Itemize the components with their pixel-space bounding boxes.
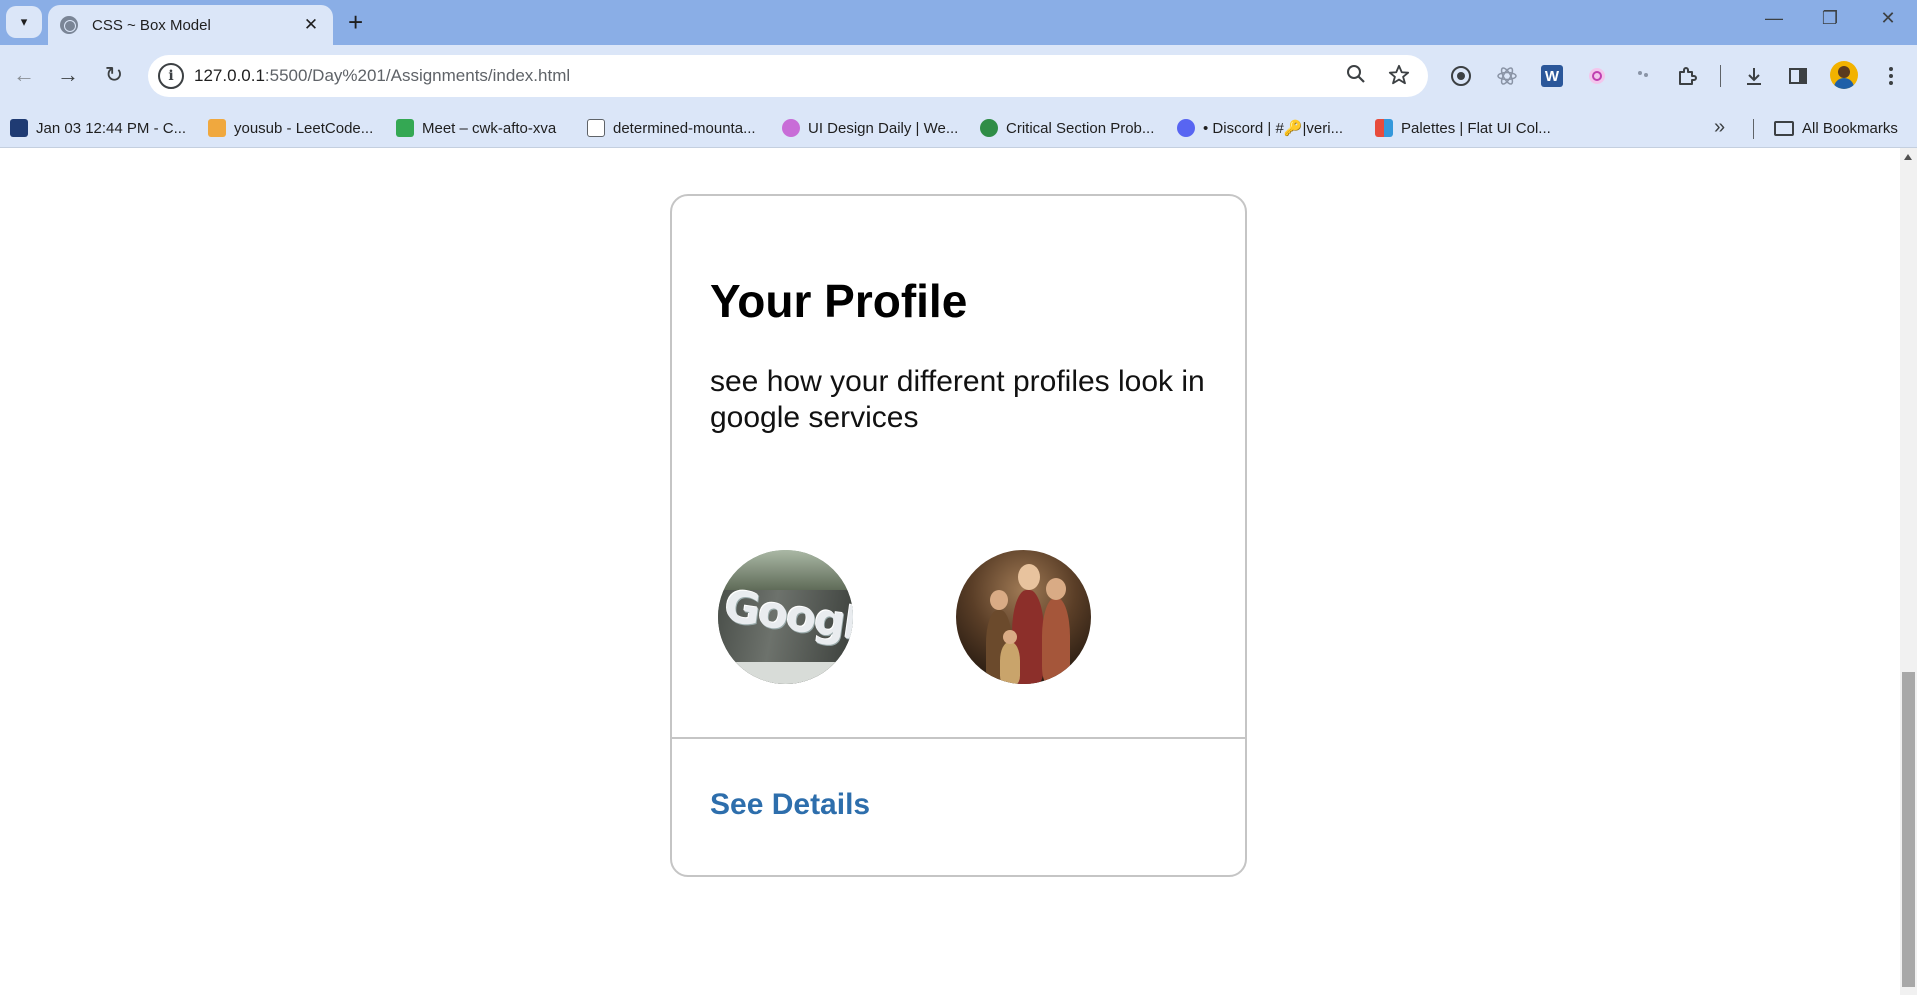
bookmark-item[interactable]: Palettes | Flat UI Col... — [1375, 116, 1551, 140]
tab-search-button[interactable]: ▾ — [6, 6, 42, 38]
see-details-link[interactable]: See Details — [710, 788, 870, 822]
toolbar-separator — [1720, 65, 1721, 87]
extension-1-icon[interactable] — [1448, 63, 1474, 89]
bookmark-label: Meet – cwk-afto-xva — [422, 119, 557, 137]
page-scrollbar[interactable] — [1900, 148, 1917, 995]
site-info-icon[interactable]: i — [158, 63, 184, 89]
card-title: Your Profile — [710, 275, 968, 327]
back-button[interactable]: ← — [8, 59, 40, 91]
scrollbar-thumb[interactable] — [1902, 672, 1915, 987]
window-close-button[interactable]: ✕ — [1868, 8, 1908, 29]
side-panel-icon[interactable] — [1785, 63, 1811, 89]
google-meet-icon — [396, 119, 414, 137]
bookmarks-bar: Jan 03 12:44 PM - C... yousub - LeetCode… — [0, 107, 1917, 148]
bookmark-label: Palettes | Flat UI Col... — [1401, 119, 1551, 137]
active-tab[interactable]: CSS ~ Box Model ✕ — [48, 5, 333, 45]
globe-icon — [60, 16, 78, 34]
extension-dots-icon[interactable] — [1630, 63, 1656, 89]
profile-avatar[interactable] — [1830, 61, 1858, 89]
bookmark-item[interactable]: determined-mounta... — [587, 116, 756, 140]
chevron-down-icon: ▾ — [20, 14, 28, 29]
bookmark-label: yousub - LeetCode... — [234, 119, 374, 137]
bookmark-item[interactable]: Jan 03 12:44 PM - C... — [10, 116, 186, 140]
new-tab-button[interactable]: + — [348, 8, 363, 36]
tab-close-icon[interactable]: ✕ — [301, 15, 321, 35]
folder-icon — [1774, 120, 1794, 136]
reload-button[interactable]: ↻ — [98, 59, 130, 91]
card-divider — [672, 737, 1245, 739]
word-icon[interactable]: W — [1541, 65, 1563, 87]
bookmark-favicon-icon — [10, 119, 28, 137]
family-photo — [956, 550, 1091, 684]
download-icon[interactable] — [1741, 63, 1767, 89]
address-bar[interactable]: i 127.0.0.1:5500/Day%201/Assignments/ind… — [148, 55, 1428, 97]
bookmark-label: • Discord | #🔑|veri... — [1203, 120, 1344, 137]
bookmark-label: UI Design Daily | We... — [808, 119, 959, 137]
bookmark-star-icon[interactable] — [1388, 64, 1410, 92]
tab-title: CSS ~ Box Model — [92, 16, 211, 34]
bookmark-label: Jan 03 12:44 PM - C... — [36, 119, 187, 137]
all-bookmarks-label: All Bookmarks — [1802, 119, 1898, 137]
url-text[interactable]: 127.0.0.1:5500/Day%201/Assignments/index… — [194, 66, 570, 86]
forward-button[interactable]: → — [52, 59, 84, 91]
blank-page-icon — [587, 119, 605, 137]
bookmark-item[interactable]: Meet – cwk-afto-xva — [396, 116, 556, 140]
bookmark-item[interactable]: UI Design Daily | We... — [782, 116, 958, 140]
card-description: see how your different profiles look in … — [710, 365, 1205, 434]
extension-react-icon[interactable] — [1494, 63, 1520, 89]
google-building-photo: Google — [718, 550, 853, 684]
bookmarks-overflow-icon[interactable]: » — [1714, 116, 1725, 139]
bookmark-label: Critical Section Prob... — [1006, 119, 1155, 137]
leetcode-icon — [208, 119, 226, 137]
minimize-button[interactable]: — — [1754, 8, 1794, 29]
restore-button[interactable]: ❐ — [1810, 8, 1850, 29]
ui-design-daily-icon — [782, 119, 800, 137]
extensions-puzzle-icon[interactable] — [1674, 63, 1700, 89]
more-menu-icon[interactable] — [1878, 63, 1904, 89]
zoom-icon[interactable] — [1346, 64, 1366, 90]
browser-toolbar: ← → ↻ i 127.0.0.1:5500/Day%201/Assignmen… — [0, 45, 1917, 107]
scroll-up-arrow-icon[interactable] — [1904, 154, 1912, 160]
extension-pink-icon[interactable] — [1584, 63, 1610, 89]
bookmarks-separator — [1753, 119, 1754, 139]
flat-ui-palette-icon — [1375, 119, 1393, 137]
bookmark-label: determined-mounta... — [613, 119, 756, 137]
bookmark-item[interactable]: Critical Section Prob... — [980, 116, 1154, 140]
tab-strip: ▾ CSS ~ Box Model ✕ + — ❐ ✕ — [0, 0, 1917, 45]
bookmark-item[interactable]: • Discord | #🔑|veri... — [1177, 116, 1343, 140]
geeksforgeeks-icon — [980, 119, 998, 137]
page-viewport: Your Profile see how your different prof… — [0, 148, 1900, 995]
bookmark-item[interactable]: yousub - LeetCode... — [208, 116, 373, 140]
discord-icon — [1177, 119, 1195, 137]
all-bookmarks-button[interactable]: All Bookmarks — [1774, 116, 1898, 140]
profile-card: Your Profile see how your different prof… — [670, 194, 1247, 877]
